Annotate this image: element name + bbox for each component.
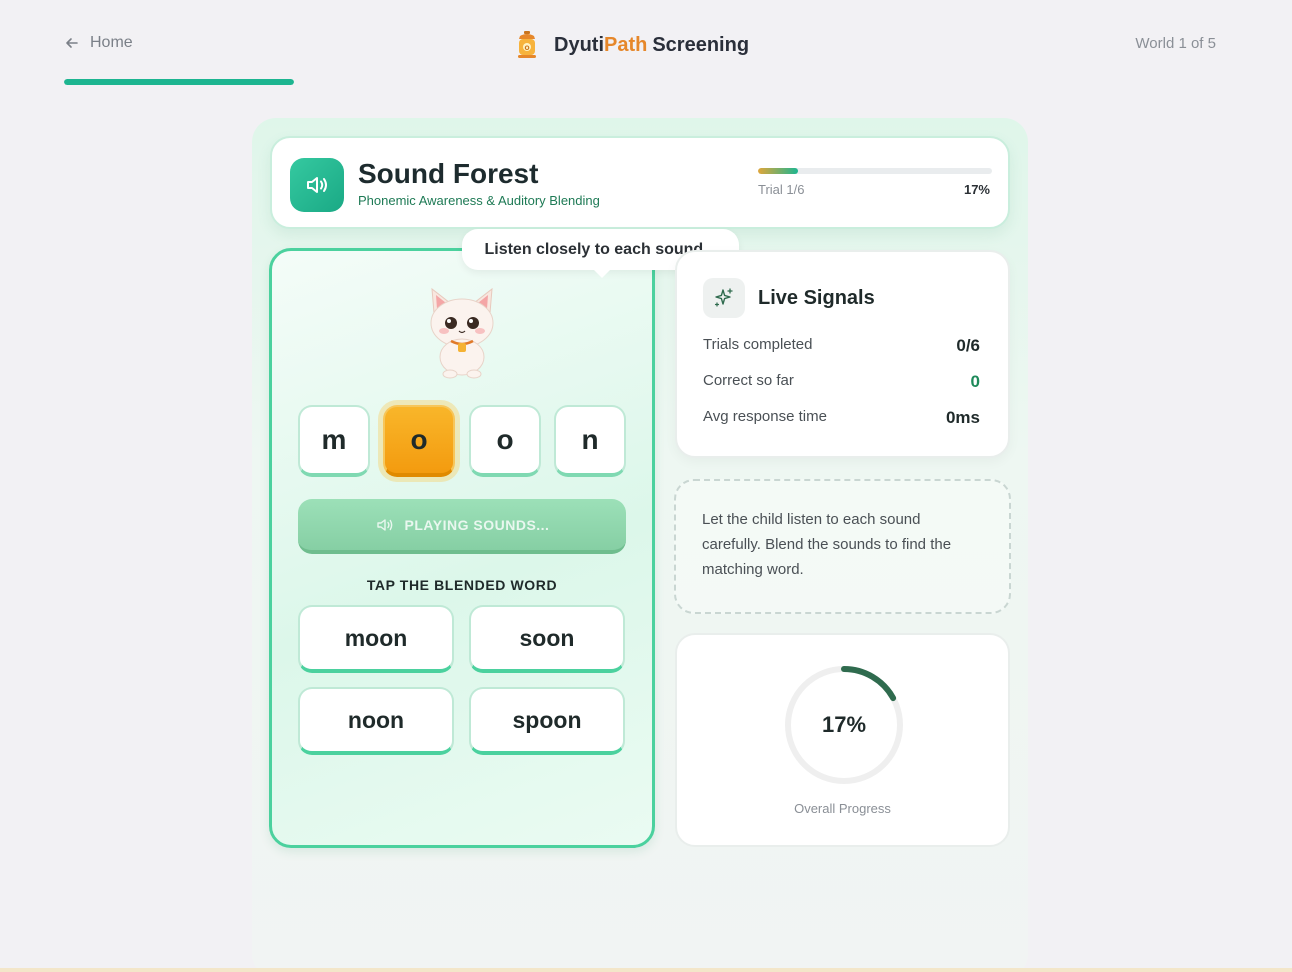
brand: O DyutiPath Screening [514, 30, 749, 60]
bottom-strip [0, 968, 1292, 972]
signal-row-correct: Correct so far 0 [703, 372, 980, 392]
signal-value: 0ms [945, 408, 980, 427]
signal-label: Trials completed [703, 336, 813, 353]
live-signals-title: Live Signals [758, 287, 875, 309]
brand-name-part2: Path [604, 33, 648, 56]
arrow-left-icon [66, 38, 78, 48]
signal-row-trials: Trials completed 0/6 [703, 336, 980, 356]
svg-text:O: O [524, 45, 529, 52]
brand-name-part1: Dyuti [554, 33, 604, 56]
word-option-moon[interactable]: moon [298, 605, 454, 673]
cat-mascot-icon [430, 287, 494, 379]
word-option-soon[interactable]: soon [469, 605, 625, 673]
home-label: Home [90, 34, 133, 51]
tap-instruction: TAP THE BLENDED WORD [366, 577, 558, 593]
brand-name-part3: Screening [652, 33, 750, 56]
letter-tile-1: m [298, 405, 370, 477]
speaker-icon [376, 518, 392, 531]
trial-label: Trial 1/6 [758, 182, 805, 197]
module-subtitle: Phonemic Awareness & Auditory Blending [358, 193, 600, 208]
hint-text: Let the child listen to each sound caref… [702, 511, 952, 578]
world-indicator: World 1 of 5 [1135, 35, 1216, 52]
lantern-icon: O [518, 31, 536, 58]
play-sounds-label: PLAYING SOUNDS... [404, 516, 550, 533]
speaker-icon [290, 158, 344, 212]
module-title: Sound Forest [358, 158, 539, 189]
world-progress-fill [64, 79, 294, 85]
overall-progress-card: 17% Overall Progress [675, 633, 1010, 847]
trial-progress-fill [758, 168, 798, 174]
hint-card: Let the child listen to each sound caref… [674, 479, 1011, 614]
home-link[interactable]: Home [64, 34, 133, 52]
sparkle-icon [703, 278, 745, 318]
module-header-card: Sound Forest Phonemic Awareness & Audito… [270, 136, 1010, 229]
letter-tile-2-active: o [383, 405, 455, 477]
signal-value: 0/6 [956, 336, 980, 355]
word-option-noon[interactable]: noon [298, 687, 454, 755]
signal-label: Correct so far [703, 372, 794, 389]
trial-percent: 17% [963, 182, 990, 197]
signal-value: 0 [970, 372, 980, 391]
word-option-spoon[interactable]: spoon [469, 687, 625, 755]
letter-tile-4: n [554, 405, 626, 477]
overall-progress-label: Overall Progress [794, 801, 891, 816]
play-sounds-button[interactable]: PLAYING SOUNDS... [298, 499, 626, 554]
signal-label: Avg response time [703, 408, 827, 425]
trial-progress-bar [758, 168, 992, 174]
live-signals-card: Live Signals Trials completed 0/6 Correc… [675, 250, 1010, 458]
world-progress-bar [64, 79, 294, 85]
overall-percent: 17% [821, 712, 867, 737]
signal-row-response-time: Avg response time 0ms [703, 408, 980, 428]
letter-tile-3: o [469, 405, 541, 477]
